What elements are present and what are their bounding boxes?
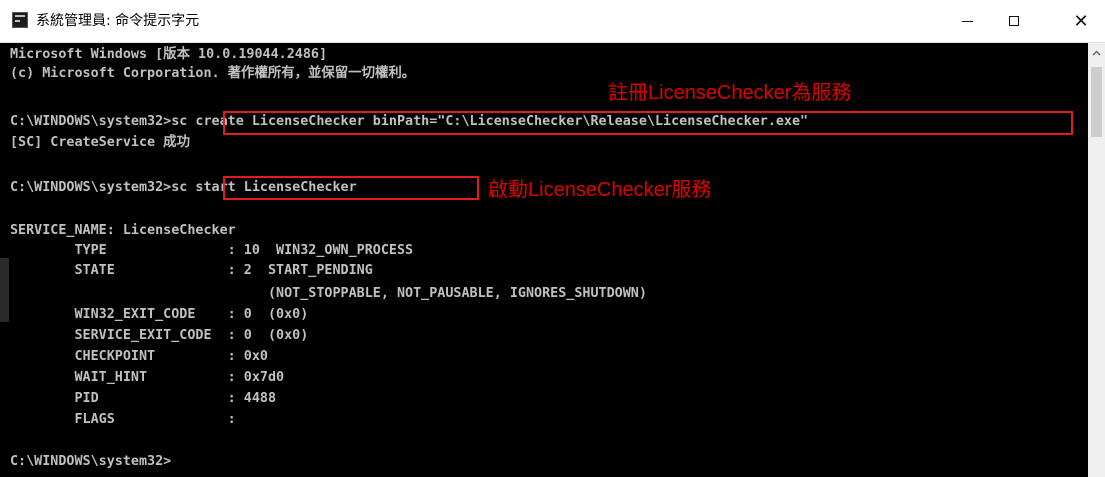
console-line: PID : 4488 bbox=[10, 391, 277, 406]
cmd-icon[interactable] bbox=[12, 12, 28, 28]
console-line: WIN32_EXIT_CODE : 0 (0x0) bbox=[10, 307, 309, 322]
scroll-thumb[interactable] bbox=[1091, 67, 1102, 137]
window-title: 系統管理員: 命令提示字元 bbox=[36, 13, 200, 29]
console-line: C:\WINDOWS\system32> bbox=[10, 454, 172, 469]
vertical-scrollbar[interactable] bbox=[1088, 43, 1105, 477]
console-line: (NOT_STOPPABLE, NOT_PAUSABLE, IGNORES_SH… bbox=[10, 286, 647, 301]
close-icon: ✕ bbox=[1073, 10, 1089, 32]
start-command-highlight bbox=[223, 176, 479, 200]
create-command-highlight bbox=[223, 111, 1073, 135]
console-line: WAIT_HINT : 0x7d0 bbox=[10, 370, 285, 385]
console-line: SERVICE_EXIT_CODE : 0 (0x0) bbox=[10, 328, 309, 343]
minimize-icon bbox=[961, 20, 973, 22]
console-line: [SC] CreateService 成功 bbox=[10, 135, 190, 150]
console-line: STATE : 2 START_PENDING bbox=[10, 263, 373, 278]
side-panel-tab bbox=[0, 258, 9, 322]
console-line: Microsoft Windows [版本 10.0.19044.2486] bbox=[10, 47, 328, 62]
create-service-annotation: 註冊LicenseChecker為服務 bbox=[608, 82, 852, 104]
console-line: TYPE : 10 WIN32_OWN_PROCESS bbox=[10, 243, 414, 258]
maximize-icon bbox=[1009, 16, 1019, 26]
scroll-up-arrow-icon[interactable] bbox=[1092, 49, 1101, 58]
maximize-button[interactable] bbox=[991, 0, 1037, 42]
console-output[interactable]: Microsoft Windows [版本 10.0.19044.2486] (… bbox=[0, 43, 1088, 477]
minimize-button[interactable] bbox=[944, 0, 990, 42]
console-line: (c) Microsoft Corporation. 著作權所有，並保留一切權利… bbox=[10, 66, 416, 81]
console-line: FLAGS : bbox=[10, 412, 236, 427]
title-bar[interactable]: 系統管理員: 命令提示字元 ✕ bbox=[0, 0, 1105, 43]
command-prompt-window: 系統管理員: 命令提示字元 ✕ Microsoft Windows [版本 10… bbox=[0, 0, 1105, 477]
close-button[interactable]: ✕ bbox=[1058, 0, 1104, 42]
console-line: CHECKPOINT : 0x0 bbox=[10, 349, 268, 364]
console-line: SERVICE_NAME: LicenseChecker bbox=[10, 223, 236, 238]
start-service-annotation: 啟動LicenseChecker服務 bbox=[488, 179, 712, 201]
